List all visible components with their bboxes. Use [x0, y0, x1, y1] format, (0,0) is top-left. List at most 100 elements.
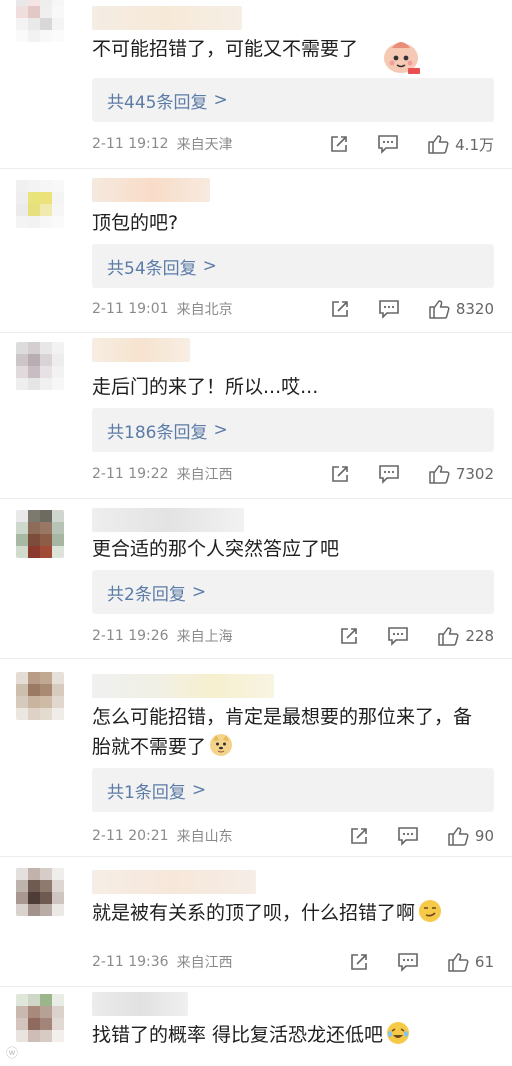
share-icon — [351, 828, 367, 844]
username-blurred[interactable] — [92, 674, 274, 698]
comment-text-line-2-text: 胎就不需要了 — [92, 736, 207, 758]
share-icon — [341, 628, 358, 644]
comment-text: 怎么可能招错，肯定是最想要的那位来了，备 胎就不需要了 — [92, 702, 496, 762]
comment-button[interactable] — [397, 826, 419, 846]
share-icon — [331, 136, 347, 152]
reply-count-button[interactable]: 共2条回复 > — [92, 570, 494, 614]
comment-icon — [388, 627, 409, 646]
watermark: ⓦ — [6, 1046, 19, 1060]
timestamp: 2-11 20:21 — [92, 828, 169, 844]
timestamp: 2-11 19:26 — [92, 628, 169, 644]
share-button[interactable] — [330, 464, 350, 484]
timestamp: 2-11 19:01 — [92, 301, 169, 317]
smirk-emoji-icon — [419, 900, 442, 922]
comment-text-content: 找错了的概率 得比复活恐龙还低吧 — [92, 1024, 384, 1046]
avatar[interactable] — [16, 0, 64, 42]
action-bar: 4.1万 — [301, 132, 494, 156]
chevron-right-icon: > — [202, 256, 217, 276]
chevron-right-icon: > — [191, 780, 207, 800]
comment-text: 走后门的来了！所以...哎... — [92, 376, 319, 398]
username-blurred[interactable] — [92, 178, 210, 202]
avatar[interactable] — [16, 994, 64, 1042]
divider — [0, 498, 512, 499]
share-button[interactable] — [349, 826, 369, 846]
chevron-right-icon: > — [213, 90, 228, 110]
comment-text-content: 就是被有关系的顶了呗，什么招错了啊 — [92, 902, 416, 924]
comment-text-line-1: 怎么可能招错，肯定是最想要的那位来了，备 — [92, 706, 473, 728]
comment-text: 不可能招错了，可能又不需要了 — [92, 38, 359, 60]
divider — [0, 986, 512, 987]
username-blurred[interactable] — [92, 508, 244, 532]
location: 来自上海 — [176, 629, 233, 645]
divider — [0, 856, 512, 857]
thumbs-up-icon — [438, 627, 459, 646]
comment-icon — [398, 953, 418, 972]
timestamp: 2-11 19:36 — [92, 954, 169, 970]
comment-icon — [378, 135, 398, 154]
laughing-crying-emoji-icon — [387, 1022, 410, 1044]
like-count: 61 — [474, 953, 494, 971]
comment-icon — [379, 300, 399, 319]
reply-count-button[interactable]: 共54条回复 > — [92, 244, 494, 288]
action-bar: 7302 — [302, 462, 494, 486]
like-button[interactable]: 7302 — [428, 464, 494, 484]
comment-text-line-2: 胎就不需要了 — [92, 732, 496, 762]
sticker-icon — [384, 42, 420, 74]
thumbs-up-icon — [429, 300, 450, 319]
timestamp: 2-11 19:22 — [92, 466, 169, 482]
share-button[interactable] — [330, 299, 350, 319]
like-button[interactable]: 4.1万 — [427, 134, 494, 155]
reply-count-label: 共54条回复 — [107, 258, 197, 279]
share-icon — [332, 301, 348, 317]
like-button[interactable]: 228 — [437, 626, 494, 646]
comment-button[interactable] — [397, 952, 419, 972]
chevron-right-icon: > — [191, 582, 207, 602]
username-blurred[interactable] — [92, 870, 256, 894]
avatar[interactable] — [16, 510, 64, 558]
location: 来自江西 — [176, 467, 233, 483]
like-button[interactable]: 8320 — [428, 299, 494, 319]
action-bar: 8320 — [302, 297, 494, 321]
share-button[interactable] — [339, 626, 359, 646]
avatar[interactable] — [16, 180, 64, 228]
share-icon — [351, 954, 367, 970]
username-blurred[interactable] — [92, 6, 242, 30]
username-blurred[interactable] — [92, 338, 190, 362]
location: 来自北京 — [176, 302, 233, 318]
comment-icon — [398, 827, 418, 846]
avatar[interactable] — [16, 342, 64, 390]
like-count: 8320 — [455, 300, 494, 318]
thumbs-up-icon — [448, 953, 469, 972]
reply-count-button[interactable]: 共445条回复 > — [92, 78, 494, 122]
like-button[interactable]: 61 — [447, 952, 494, 972]
username-blurred[interactable] — [92, 992, 188, 1016]
like-count: 7302 — [455, 465, 494, 483]
reply-count-label: 共445条回复 — [107, 92, 208, 113]
like-count: 90 — [474, 827, 494, 845]
divider — [0, 168, 512, 169]
action-bar: 90 — [321, 824, 494, 848]
chevron-right-icon: > — [213, 420, 228, 440]
reply-count-button[interactable]: 共1条回复 > — [92, 768, 494, 812]
comment-button[interactable] — [387, 626, 409, 646]
avatar[interactable] — [16, 868, 64, 916]
comment-button[interactable] — [378, 299, 400, 319]
divider — [0, 332, 512, 333]
reply-count-button[interactable]: 共186条回复 > — [92, 408, 494, 452]
thumbs-up-icon — [448, 827, 469, 846]
comment-text: 更合适的那个人突然答应了吧 — [92, 538, 340, 560]
avatar[interactable] — [16, 672, 64, 720]
comment-button[interactable] — [378, 464, 400, 484]
thumbs-up-icon — [429, 465, 450, 484]
doge-emoji-icon — [210, 734, 233, 756]
comment-text: 就是被有关系的顶了呗，什么招错了啊 — [92, 898, 496, 928]
thumbs-up-icon — [428, 135, 449, 154]
like-button[interactable]: 90 — [447, 826, 494, 846]
comment-button[interactable] — [377, 134, 399, 154]
timestamp: 2-11 19:12 — [92, 136, 169, 152]
comment-meta: 2-11 19:01 来自北京 8320 — [92, 297, 494, 321]
action-bar: 228 — [311, 624, 494, 648]
comment-meta: 2-11 20:21 来自山东 90 — [92, 824, 494, 848]
share-button[interactable] — [349, 952, 369, 972]
share-button[interactable] — [329, 134, 349, 154]
